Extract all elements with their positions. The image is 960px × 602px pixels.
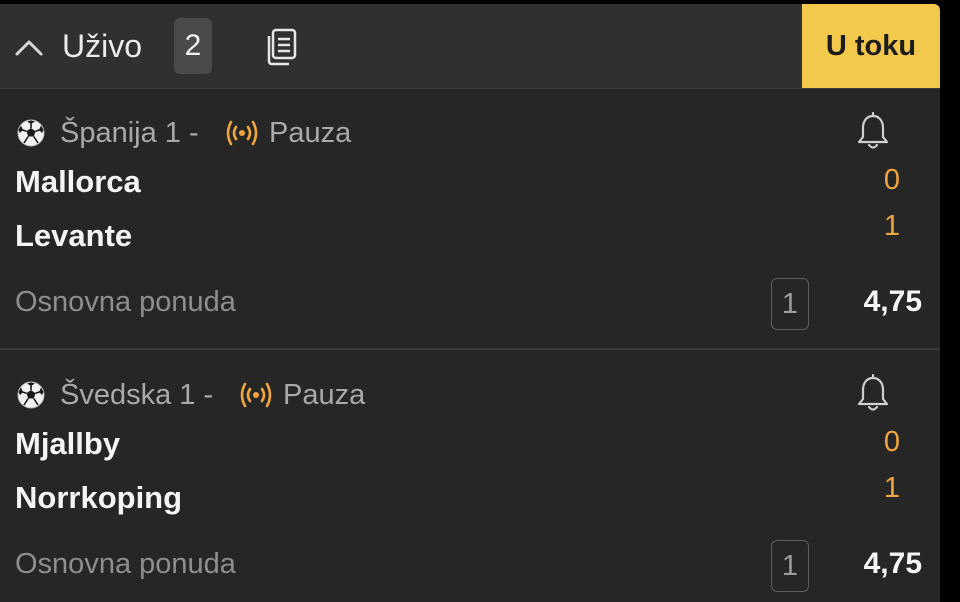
event-count-badge: 2 [174,18,212,74]
away-team: Norrkoping [15,480,183,515]
league-name: Španija 1 - [60,117,199,149]
event-card[interactable]: Španija 1 - Pauza Mallorca Levante 0 1 O… [0,88,940,350]
soccer-ball-icon [17,381,45,409]
market-name: Osnovna ponuda [15,286,236,318]
home-score: 0 [883,164,901,196]
soccer-ball-icon [17,119,45,147]
broadcast-icon [226,120,258,146]
away-score: 1 [883,210,901,242]
section-title: Uživo [62,28,143,64]
event-card[interactable]: Švedska 1 - Pauza Mjallby Norrkoping 0 1… [0,350,940,602]
odd-value[interactable]: 4,75 [838,280,922,324]
tab-in-progress[interactable]: U toku [802,4,940,88]
live-header: Uživo 2 U toku [0,4,940,89]
match-status: Pauza [269,117,352,149]
away-score: 1 [883,472,901,504]
broadcast-icon [240,382,272,408]
bell-icon[interactable] [856,374,890,414]
market-name: Osnovna ponuda [15,548,236,580]
copy-icon[interactable] [262,28,298,66]
home-team: Mjallby [15,426,121,461]
odd-value[interactable]: 4,75 [838,542,922,586]
outcome-label[interactable]: 1 [771,278,809,330]
outcome-label[interactable]: 1 [771,540,809,592]
league-name: Švedska 1 - [60,379,214,411]
bell-icon[interactable] [856,112,890,152]
match-status: Pauza [283,379,366,411]
home-team: Mallorca [15,164,141,199]
live-events-panel: Uživo 2 U toku Španija 1 - Pauza Mallorc… [0,4,940,602]
chevron-up-icon[interactable] [14,32,44,62]
away-team: Levante [15,218,133,253]
home-score: 0 [883,426,901,458]
